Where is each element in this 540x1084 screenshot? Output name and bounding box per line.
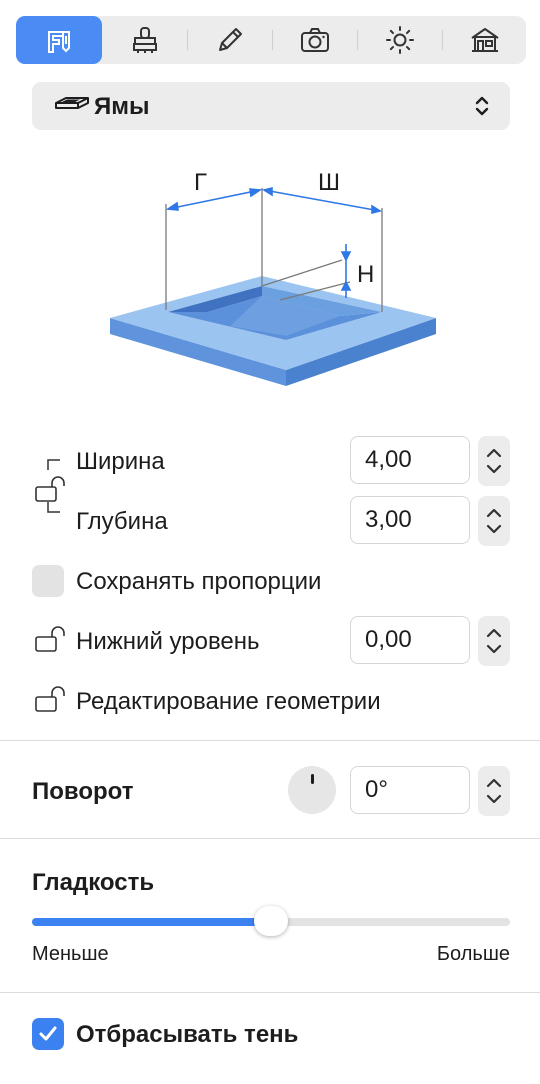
rotation-title: Поворот (32, 778, 134, 805)
unlock-icon[interactable] (34, 474, 70, 504)
depth-stepper[interactable] (478, 496, 510, 546)
rotation-input[interactable]: 0° (350, 766, 470, 814)
depth-input[interactable]: 3,00 (350, 496, 470, 544)
sun-icon (385, 26, 414, 54)
pit-icon (55, 97, 89, 109)
width-input[interactable]: 4,00 (350, 436, 470, 484)
caliper-icon (48, 31, 70, 53)
rotation-stepper[interactable] (478, 766, 510, 816)
width-letter: Ш (318, 169, 340, 196)
unlock-icon[interactable] (34, 684, 70, 714)
chevron-down-icon (486, 794, 502, 804)
tool-edit[interactable] (187, 16, 272, 64)
keep-proportions-label: Сохранять пропорции (76, 568, 322, 595)
chevron-up-icon (486, 448, 502, 458)
object-type-label: Ямы (94, 93, 150, 120)
camera-icon (300, 28, 329, 52)
pencil-icon (218, 28, 242, 51)
height-letter: Н (357, 261, 374, 288)
cast-shadow-label: Отбрасывать тень (76, 1021, 299, 1048)
divider (0, 838, 540, 839)
house-icon (470, 28, 499, 52)
tool-building[interactable] (442, 16, 527, 64)
depth-label: Глубина (76, 508, 168, 535)
keep-proportions-checkbox[interactable] (32, 565, 64, 597)
chevron-up-icon (486, 778, 502, 788)
stamp-icon (132, 27, 157, 53)
rotation-dial[interactable] (288, 766, 336, 814)
cast-shadow-checkbox[interactable] (32, 1018, 64, 1050)
chevron-up-icon (486, 628, 502, 638)
tool-dimensions[interactable] (16, 16, 102, 64)
smoothness-max-label: Больше (436, 943, 510, 965)
smoothness-min-label: Меньше (32, 943, 109, 965)
smoothness-title: Гладкость (32, 869, 155, 896)
chevron-up-icon (486, 508, 502, 518)
edit-geometry-label: Редактирование геометрии (76, 688, 381, 715)
tool-camera[interactable] (272, 16, 357, 64)
width-stepper[interactable] (478, 436, 510, 486)
bottom-level-stepper[interactable] (478, 616, 510, 666)
chevron-down-icon (486, 464, 502, 474)
object-type-select[interactable]: Ямы (32, 82, 510, 130)
tool-light[interactable] (357, 16, 442, 64)
toolbar (16, 16, 526, 64)
width-label: Ширина (76, 448, 165, 475)
bottom-level-input[interactable]: 0,00 (350, 616, 470, 664)
depth-letter: Г (194, 169, 207, 196)
smoothness-slider-fill (32, 918, 271, 926)
divider (0, 740, 540, 741)
unlock-icon[interactable] (34, 624, 70, 654)
smoothness-slider-thumb[interactable] (254, 906, 288, 936)
rotation-dial-mark (311, 774, 314, 784)
pit-diagram: Г Ш Н (110, 169, 436, 386)
tool-style[interactable] (102, 16, 187, 64)
chevron-down-icon (486, 644, 502, 654)
bottom-level-label: Нижний уровень (76, 628, 260, 655)
chevron-updown-icon (475, 96, 489, 116)
checkmark-icon (39, 1026, 57, 1041)
divider (0, 992, 540, 993)
chevron-down-icon (486, 524, 502, 534)
